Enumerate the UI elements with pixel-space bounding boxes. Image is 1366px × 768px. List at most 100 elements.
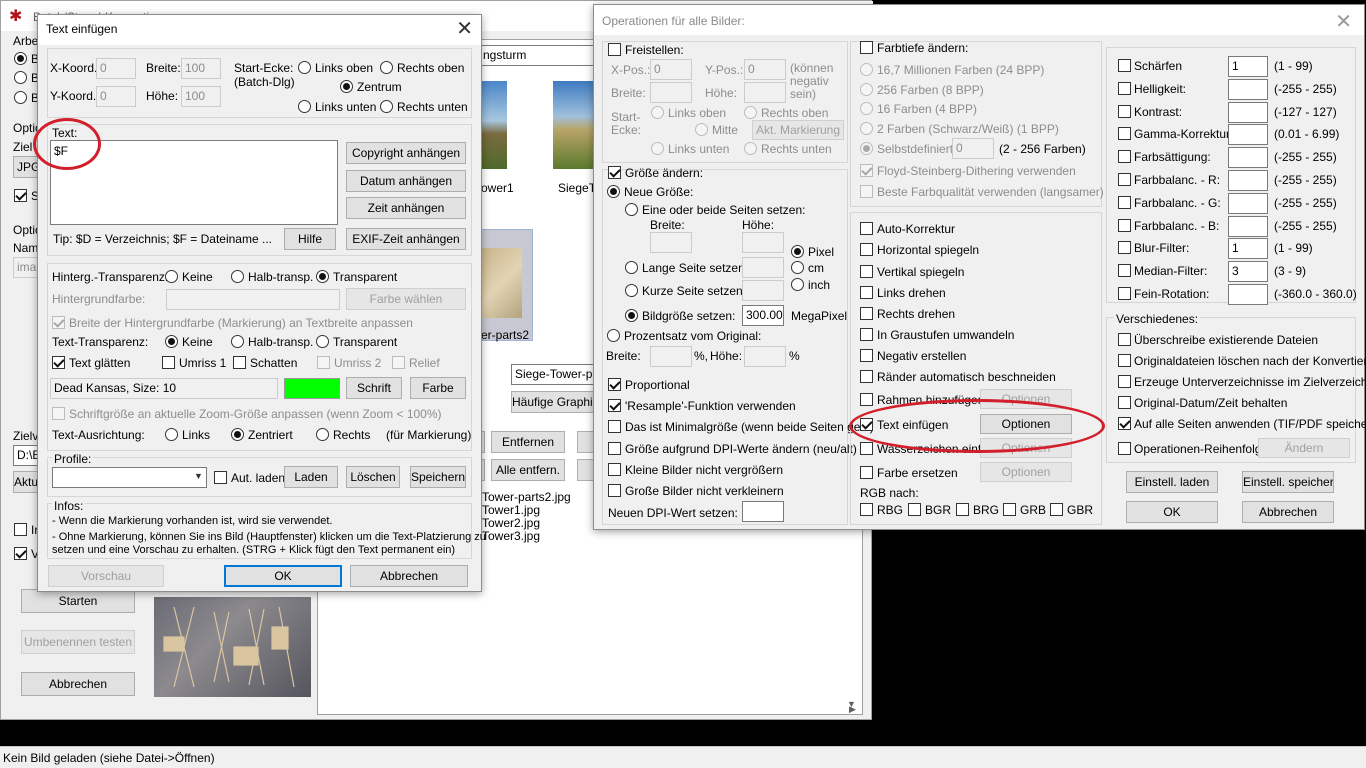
- pos-links-unten-radio[interactable]: [298, 100, 311, 113]
- crop-mitte-radio[interactable]: [695, 123, 708, 136]
- profile-loeschen-button[interactable]: Löschen: [346, 466, 400, 488]
- datum-button[interactable]: Datum anhängen: [346, 170, 466, 192]
- close-icon[interactable]: ✕: [1335, 11, 1352, 33]
- rgb-rbg-checkbox[interactable]: [860, 503, 873, 516]
- main-abbrechen-button[interactable]: Abbrechen: [21, 672, 135, 696]
- ausrichtung-zentriert-radio[interactable]: [231, 428, 244, 441]
- bildgroesse-radio[interactable]: [625, 309, 638, 322]
- unterverzeichnisse-checkbox[interactable]: [1118, 375, 1131, 388]
- rgb-grb-checkbox[interactable]: [1003, 503, 1016, 516]
- adjust-checkbox[interactable]: [1118, 59, 1131, 72]
- ft-16m-radio[interactable]: [860, 63, 873, 76]
- aktu-button[interactable]: Aktu: [13, 471, 39, 493]
- ops-abbrechen-button[interactable]: Abbrechen: [1242, 501, 1334, 523]
- starten-button[interactable]: Starten: [21, 589, 135, 613]
- horizontal-checkbox[interactable]: [860, 243, 873, 256]
- thumb-tower-parts2[interactable]: [479, 229, 533, 341]
- kurze-seite-input[interactable]: [742, 280, 784, 301]
- vorschau-button[interactable]: Vorschau: [48, 565, 164, 587]
- freistellen-checkbox[interactable]: [608, 43, 621, 56]
- graustufen-checkbox[interactable]: [860, 328, 873, 341]
- umbenennen-button[interactable]: Umbenennen testen: [21, 630, 135, 654]
- crop-links-oben-radio[interactable]: [651, 106, 664, 119]
- resize-hoehe-input[interactable]: [742, 232, 784, 253]
- file-list-item[interactable]: Tower2.jpg: [482, 516, 540, 530]
- rgb-bgr-checkbox[interactable]: [908, 503, 921, 516]
- aendern-button[interactable]: Ändern: [1258, 438, 1350, 458]
- adjust-value-input[interactable]: 3: [1228, 261, 1268, 282]
- ft-selbst-radio[interactable]: [860, 142, 873, 155]
- thumb-siegetower[interactable]: [553, 81, 597, 169]
- zeit-button[interactable]: Zeit anhängen: [346, 197, 466, 219]
- adjust-checkbox[interactable]: [1118, 82, 1131, 95]
- font-color-swatch[interactable]: [284, 378, 340, 399]
- dpi-input[interactable]: [742, 501, 784, 522]
- original-loeschen-checkbox[interactable]: [1118, 354, 1131, 367]
- mode-radio-2[interactable]: [14, 71, 27, 84]
- option-checkbox-v[interactable]: [14, 547, 27, 560]
- ft-2-radio[interactable]: [860, 122, 873, 135]
- wasserzeichen-checkbox[interactable]: [860, 442, 873, 455]
- kleine-bilder-checkbox[interactable]: [608, 463, 621, 476]
- option-checkbox-s[interactable]: [14, 189, 27, 202]
- akt-markierung-button[interactable]: Akt. Markierung: [752, 120, 844, 140]
- adjust-checkbox[interactable]: [1118, 287, 1131, 300]
- unit-inch-radio[interactable]: [791, 278, 804, 291]
- reihenfolge-checkbox[interactable]: [1118, 442, 1131, 455]
- exif-button[interactable]: EXIF-Zeit anhängen: [346, 228, 466, 250]
- abbrechen-button[interactable]: Abbrechen: [350, 565, 468, 587]
- adjust-checkbox[interactable]: [1118, 105, 1131, 118]
- unit-pixel-radio[interactable]: [791, 245, 804, 258]
- adjust-checkbox[interactable]: [1118, 264, 1131, 277]
- raender-checkbox[interactable]: [860, 370, 873, 383]
- crop-breite-input[interactable]: [650, 82, 692, 103]
- farbe-waehlen-button[interactable]: Farbe wählen: [346, 288, 466, 310]
- target-dir-input[interactable]: D:\E: [13, 445, 39, 466]
- profile-select[interactable]: [52, 467, 207, 488]
- adjust-checkbox[interactable]: [1118, 127, 1131, 140]
- resize-breite-input[interactable]: [650, 232, 692, 253]
- xpos-input[interactable]: 0: [650, 59, 692, 80]
- vertikal-checkbox[interactable]: [860, 265, 873, 278]
- neue-groesse-radio[interactable]: [607, 185, 620, 198]
- text-keine-radio[interactable]: [165, 335, 178, 348]
- adjust-checkbox[interactable]: [1118, 150, 1131, 163]
- file-list-item[interactable]: Tower3.jpg: [482, 529, 540, 543]
- crop-links-unten-radio[interactable]: [651, 142, 664, 155]
- mode-radio-1[interactable]: [14, 52, 27, 65]
- crop-rechts-unten-radio[interactable]: [744, 142, 757, 155]
- adjust-value-input[interactable]: [1228, 79, 1268, 100]
- minimalgroesse-checkbox[interactable]: [608, 420, 621, 433]
- breite-anpassen-checkbox[interactable]: [52, 316, 65, 329]
- adjust-value-input[interactable]: [1228, 216, 1268, 237]
- farbe-optionen-button[interactable]: Optionen: [980, 462, 1072, 482]
- ypos-input[interactable]: 0: [744, 59, 786, 80]
- kurze-seite-radio[interactable]: [625, 284, 638, 297]
- pct-breite-input[interactable]: [650, 346, 692, 367]
- copyright-button[interactable]: Copyright anhängen: [346, 142, 466, 164]
- farbe-button[interactable]: Farbe: [410, 377, 466, 399]
- adjust-checkbox[interactable]: [1118, 173, 1131, 186]
- grosse-bilder-checkbox[interactable]: [608, 484, 621, 497]
- lange-seite-input[interactable]: [742, 257, 784, 278]
- path-field[interactable]: ngsturm: [479, 45, 607, 66]
- text-transparent-radio[interactable]: [316, 335, 329, 348]
- floyd-checkbox[interactable]: [860, 164, 873, 177]
- haeufig-button[interactable]: Häufige Graphik: [511, 391, 595, 413]
- text-halb-radio[interactable]: [231, 335, 244, 348]
- rahmen-checkbox[interactable]: [860, 393, 873, 406]
- umriss1-checkbox[interactable]: [162, 356, 175, 369]
- bildgroesse-input[interactable]: 300.00: [742, 305, 784, 326]
- hinterg-keine-radio[interactable]: [165, 270, 178, 283]
- aut-laden-checkbox[interactable]: [214, 471, 227, 484]
- ft-16-radio[interactable]: [860, 102, 873, 115]
- pos-rechts-oben-radio[interactable]: [380, 61, 393, 74]
- hoehe-input[interactable]: 100: [181, 86, 221, 107]
- adjust-checkbox[interactable]: [1118, 241, 1131, 254]
- file-list-item[interactable]: Tower-parts2.jpg: [482, 490, 571, 504]
- chevron-down-icon[interactable]: ▼: [194, 471, 203, 481]
- file-list-item[interactable]: Tower1.jpg: [482, 503, 540, 517]
- ausrichtung-rechts-radio[interactable]: [316, 428, 329, 441]
- zoom-anpassen-checkbox[interactable]: [52, 407, 65, 420]
- pos-zentrum-radio[interactable]: [340, 80, 353, 93]
